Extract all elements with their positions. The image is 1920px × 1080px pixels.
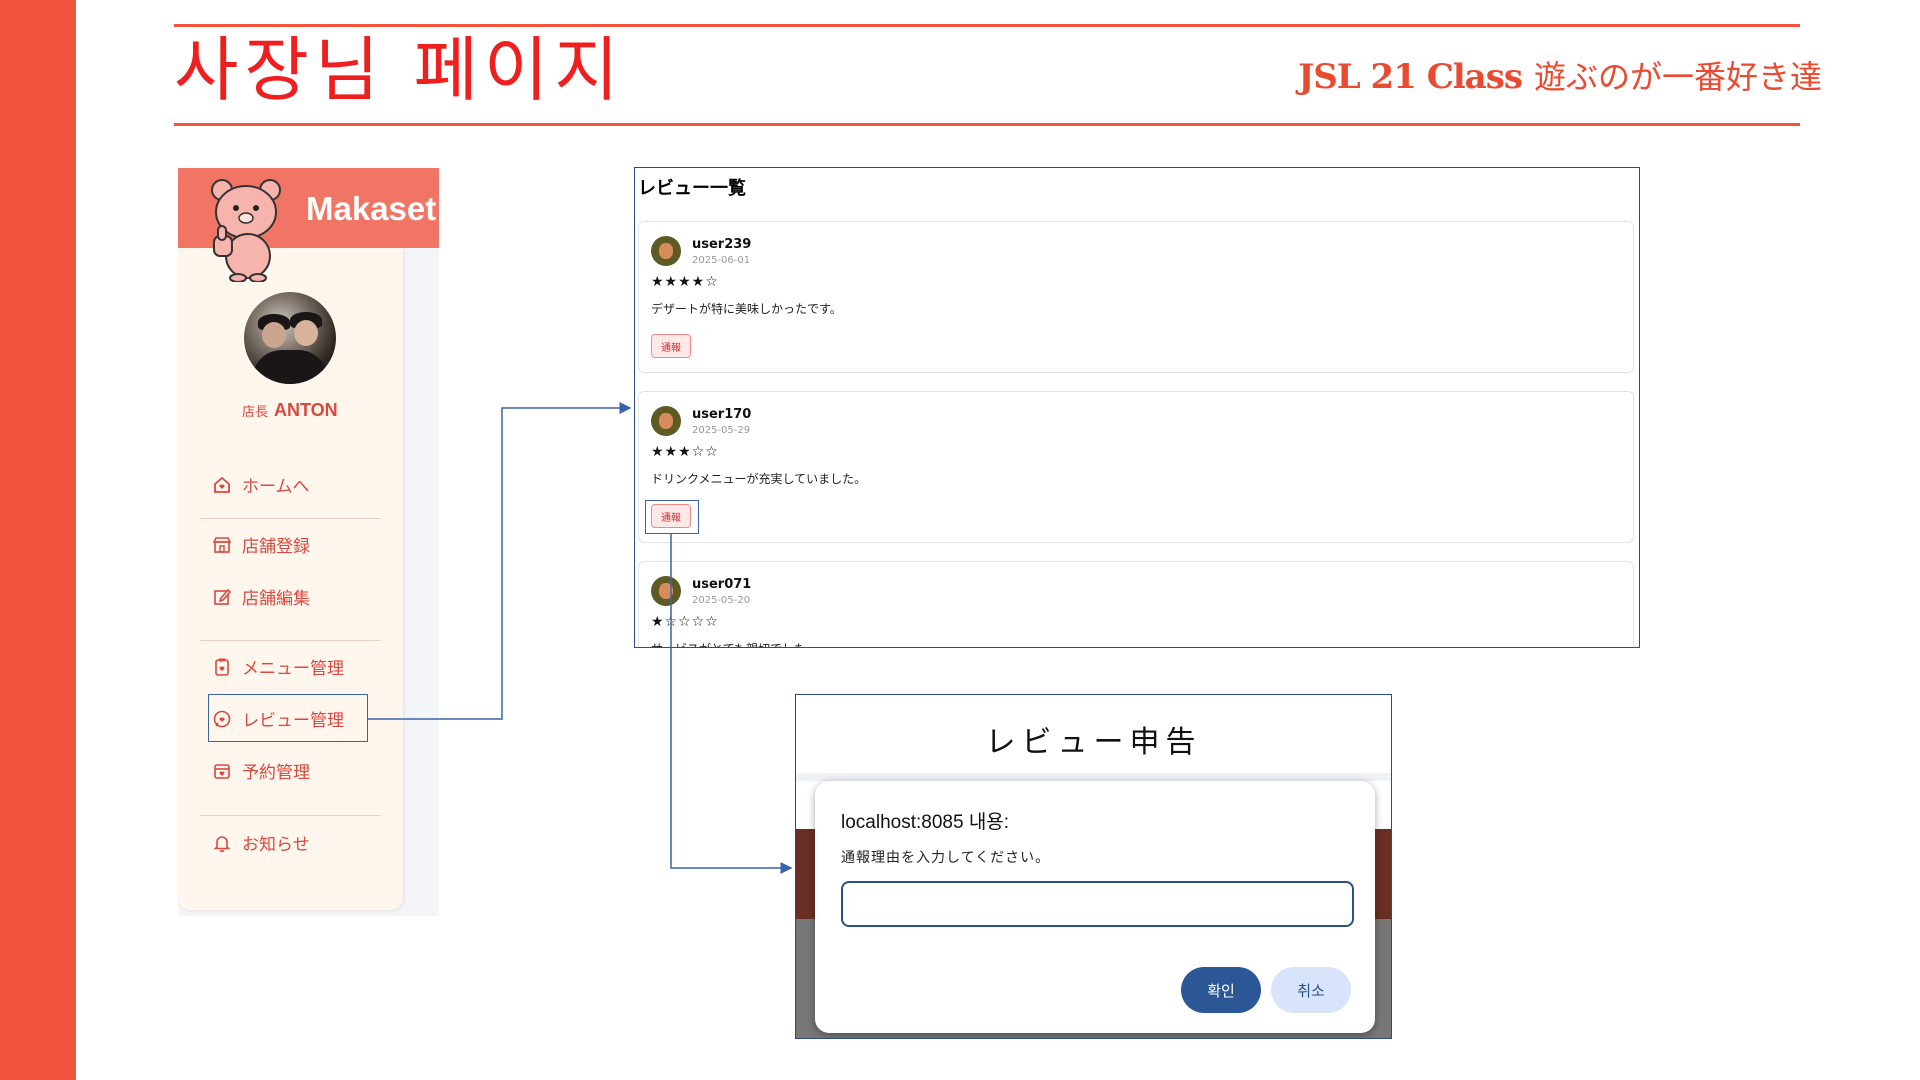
home-heart-icon [212,475,232,495]
nav-divider [200,815,381,816]
user-avatar [651,576,681,606]
review-text: サービスがとても親切でした。 [651,640,818,647]
sidebar-item-label: メニュー管理 [242,659,344,679]
review-text: デザートが特に美味しかったです。 [651,302,842,316]
cancel-button[interactable]: 취소 [1271,967,1351,1013]
review-user: user170 [692,407,752,422]
page-title: 사장님 페이지 [174,29,625,111]
brand-en: JSL 21 Class [1298,57,1523,97]
nav-divider [200,640,381,641]
title-rule [174,123,1800,126]
user-avatar [651,406,681,436]
owner-label: 店長 ANTON [242,400,338,421]
confirm-button[interactable]: 확인 [1181,967,1261,1013]
user-avatar [651,236,681,266]
owner-name: ANTON [274,400,338,420]
review-text: ドリンクメニューが充実していました。 [651,472,867,486]
review-list-frame: レビュー一覧 user239 2025-06-01 ★★★★☆ デザートが特に美… [634,167,1640,648]
clipboard-heart-icon [212,657,232,677]
review-card: user170 2025-05-29 ★★★☆☆ ドリンクメニューが充実していま… [638,391,1634,543]
accent-bar [0,0,76,1080]
bell-icon [212,833,232,853]
bear-mascot-icon [211,179,281,282]
review-user: user071 [692,577,752,592]
owner-avatar [244,292,336,384]
brand-jp: 遊ぶのが一番好き達 [1533,58,1822,96]
edit-icon [212,587,232,607]
logo-text[interactable]: Makaset [306,190,436,228]
review-stars: ★★★☆☆ [651,444,719,460]
sidebar-item-label: 予約管理 [242,763,310,783]
sidebar-item-reservations[interactable]: 予約管理 [212,758,310,783]
sidebar-item-label: お知らせ [242,835,310,855]
reviews-highlight-box [208,694,368,742]
report-button[interactable]: 通報 [651,334,691,358]
sidebar-item-label: 店舗編集 [242,589,310,609]
review-card: user239 2025-06-01 ★★★★☆ デザートが特に美味しかったです… [638,221,1634,373]
review-list-title: レビュー一覧 [638,178,746,199]
sidebar-item-label: ホームへ [242,477,310,497]
nav-divider [200,518,381,519]
top-rule [174,24,1800,27]
sidebar-item-label: 店舗登録 [242,537,310,557]
dialog-message: 通報理由を入力してください。 [841,850,1051,866]
review-user: user239 [692,237,752,252]
reason-input[interactable] [841,881,1354,927]
review-stars: ★☆☆☆☆ [651,614,719,630]
sidebar-item-notices[interactable]: お知らせ [212,830,310,855]
modal-title: レビュー申告 [985,725,1202,760]
sidebar-item-store-register[interactable]: 店舗登録 [212,532,310,557]
prompt-dialog: localhost:8085 내용: 通報理由を入力してください。 확인 취소 [815,781,1375,1033]
sidebar-item-home[interactable]: ホームへ [212,472,310,497]
modal-strip [796,773,1391,781]
report-modal-frame: レビュー申告 localhost:8085 내용: 通報理由を入力してください。… [795,694,1392,1039]
review-date: 2025-06-01 [692,255,751,266]
calendar-heart-icon [212,761,232,781]
store-icon [212,535,232,555]
review-stars: ★★★★☆ [651,274,719,290]
brand: JSL 21 Class 遊ぶのが一番好き達 [1298,52,1822,98]
dialog-host: localhost:8085 내용: [841,812,1010,833]
review-card: user071 2025-05-20 ★☆☆☆☆ サービスがとても親切でした。 … [638,561,1634,647]
sidebar-item-menu[interactable]: メニュー管理 [212,654,344,679]
review-date: 2025-05-29 [692,425,751,436]
review-date: 2025-05-20 [692,595,751,606]
owner-prefix: 店長 [242,404,269,419]
report-highlight-box [645,500,699,534]
sidebar-item-store-edit[interactable]: 店舗編集 [212,584,310,609]
